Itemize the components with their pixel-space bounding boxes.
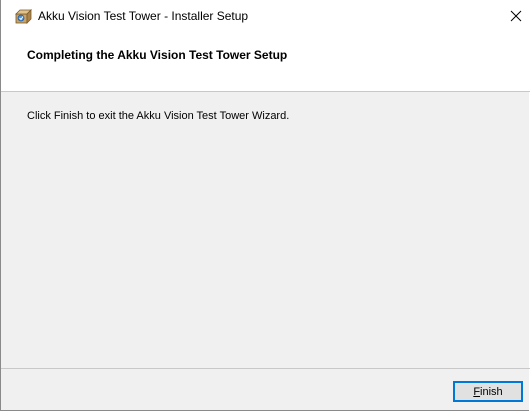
close-button[interactable]	[501, 0, 530, 32]
installer-window: Akku Vision Test Tower - Installer Setup…	[0, 0, 530, 411]
footer-divider	[1, 368, 530, 369]
wizard-header: Completing the Akku Vision Test Tower Se…	[1, 32, 530, 92]
completion-message: Click Finish to exit the Akku Vision Tes…	[27, 110, 290, 122]
title-bar[interactable]: Akku Vision Test Tower - Installer Setup	[1, 0, 530, 32]
close-icon	[510, 10, 522, 22]
installer-box-icon	[15, 9, 32, 24]
finish-button[interactable]: Finish	[453, 381, 523, 402]
page-title: Completing the Akku Vision Test Tower Se…	[27, 48, 288, 62]
window-title: Akku Vision Test Tower - Installer Setup	[38, 9, 249, 23]
finish-label: inish	[480, 385, 503, 398]
finish-mnemonic: F	[473, 385, 481, 398]
